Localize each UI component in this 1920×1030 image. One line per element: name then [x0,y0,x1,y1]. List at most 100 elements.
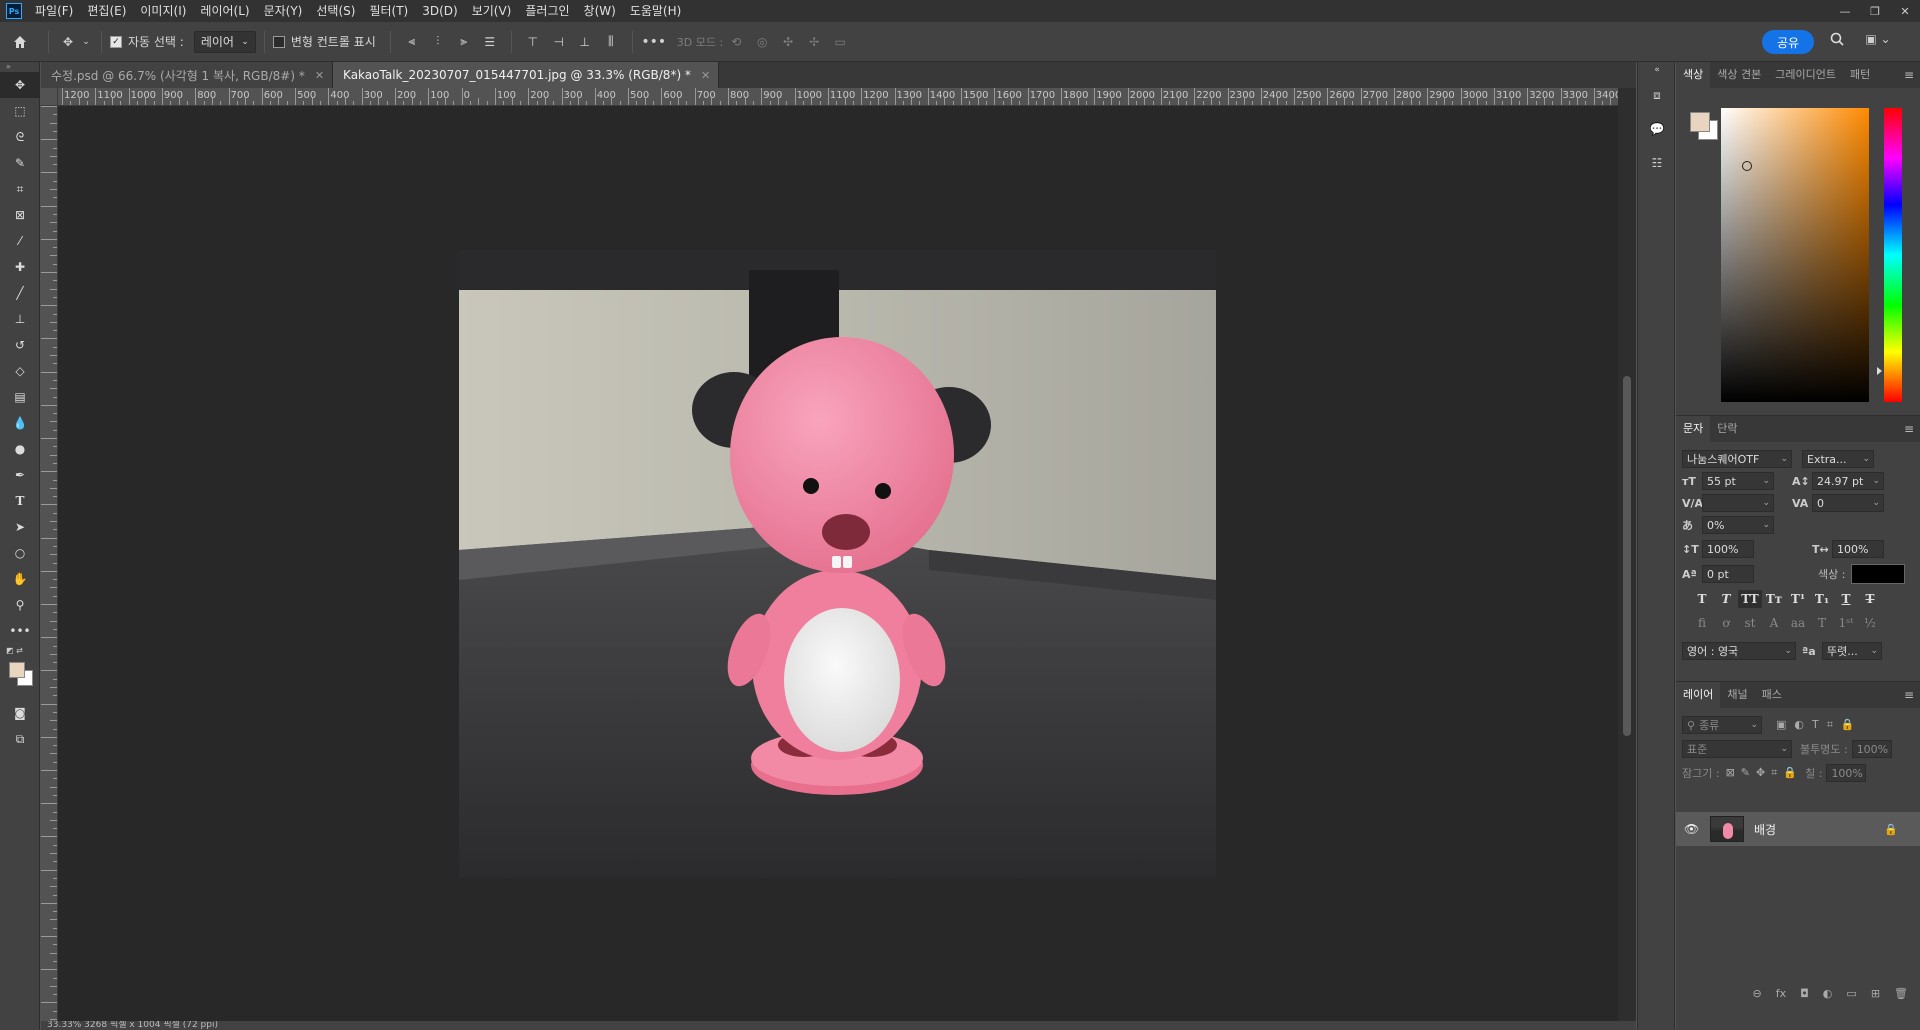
menu-view[interactable]: 보기(V) [465,0,519,22]
text-color-swatch[interactable] [1851,564,1906,584]
move-tool-icon[interactable]: ✥ [0,72,40,98]
fill-field[interactable]: 100% [1826,764,1867,782]
search-icon[interactable] [1826,32,1848,46]
menu-help[interactable]: 도움말(H) [623,0,689,22]
align-right-icon[interactable]: ⫸ [451,34,477,49]
align-bottom-icon[interactable]: ⊥ [572,35,598,49]
new-layer-icon[interactable]: ⊞ [1871,987,1880,1000]
ligatures-icon[interactable]: ﬁ [1690,614,1714,632]
align-top-icon[interactable]: ⊤ [520,35,546,49]
foreground-color-swatch[interactable] [9,662,25,678]
restore-icon[interactable]: ❐ [1860,0,1890,22]
workspace-icon[interactable]: ▣ ⌄ [1858,32,1898,46]
hue-slider[interactable] [1884,108,1902,402]
swash-icon[interactable]: A [1762,614,1786,632]
menu-file[interactable]: 파일(F) [28,0,80,22]
tab-swatches[interactable]: 색상 견본 [1710,62,1768,88]
tab-paths[interactable]: 패스 [1755,682,1789,708]
align-left-icon[interactable]: ⫷ [399,34,425,49]
panel-menu-icon[interactable]: ≡ [1904,68,1914,82]
superscript-icon[interactable]: T¹ [1786,590,1810,608]
layer-filter-icons[interactable]: ▣◐T⌗🔒 [1776,718,1863,732]
canvas-area[interactable] [58,106,1618,1021]
history-panel-icon[interactable]: ⧈ [1638,78,1676,112]
stylistic-alternates-icon[interactable]: aa [1786,614,1810,632]
underline-icon[interactable]: T [1834,590,1858,608]
magic-wand-tool-icon[interactable]: ✎ [0,150,40,176]
tab-paragraph[interactable]: 단락 [1710,416,1744,442]
auto-select-checkbox[interactable]: ✓ [110,35,122,48]
layer-row[interactable]: 👁 배경 🔒 [1676,812,1920,846]
menu-window[interactable]: 창(W) [577,0,623,22]
subscript-icon[interactable]: T₁ [1810,590,1834,608]
blend-mode-dropdown[interactable]: 표준 ⌄ [1682,740,1792,758]
tab-layers[interactable]: 레이어 [1676,682,1721,708]
menu-image[interactable]: 이미지(I) [133,0,193,22]
titling-alternates-icon[interactable]: T [1810,614,1834,632]
faux-bold-icon[interactable]: T [1690,590,1714,608]
path-selection-tool-icon[interactable]: ➤ [0,514,40,540]
3d-camera-icon[interactable]: ▭ [827,35,853,49]
contextual-alternates-icon[interactable]: ơ [1714,614,1738,632]
color-picker-cursor[interactable] [1742,161,1752,171]
align-middle-icon[interactable]: ⊣ [546,35,572,49]
close-icon[interactable]: ✕ [315,69,324,82]
type-tool-icon[interactable]: T [0,488,40,514]
ellipse-tool-icon[interactable]: ○ [0,540,40,566]
distribute-vertical-icon[interactable]: ⫼ [598,34,624,49]
layer-name[interactable]: 배경 [1754,821,1776,838]
3d-roll-icon[interactable]: ◎ [749,35,775,49]
lock-icon[interactable]: 🔒 [1884,823,1898,836]
menu-plugins[interactable]: 플러그인 [518,0,576,22]
home-icon[interactable] [0,34,40,50]
lasso-tool-icon[interactable]: ᘓ [0,124,40,150]
eraser-tool-icon[interactable]: ◇ [0,358,40,384]
color-picker-field[interactable] [1721,108,1869,402]
eye-icon[interactable]: 👁 [1684,822,1706,836]
vertical-scrollbar[interactable] [1618,88,1636,1021]
3d-orbit-icon[interactable]: ⟲ [723,35,749,49]
menu-type[interactable]: 문자(Y) [257,0,310,22]
vertical-scale-field[interactable]: 100% [1702,540,1754,558]
menu-select[interactable]: 선택(S) [309,0,362,22]
scrollbar-thumb[interactable] [1623,376,1631,736]
add-mask-icon[interactable]: ◘ [1800,987,1809,1000]
menu-filter[interactable]: 필터(T) [362,0,415,22]
hue-slider-marker[interactable] [1877,367,1882,375]
horizontal-scale-field[interactable]: 100% [1832,540,1884,558]
align-center-icon[interactable]: ⫶ [425,34,451,49]
gradient-tool-icon[interactable]: ▤ [0,384,40,410]
language-dropdown[interactable]: 영어 : 영국 ⌄ [1682,642,1796,660]
discretionary-ligatures-icon[interactable]: st [1738,614,1762,632]
small-caps-icon[interactable]: Tт [1762,590,1786,608]
tsume-field[interactable]: 0% ⌄ [1702,516,1774,534]
auto-select-dropdown[interactable]: 레이어 ⌄ [193,30,256,53]
more-tools-icon[interactable]: ••• [0,618,40,644]
tab-document-1[interactable]: 수정.psd @ 66.7% (사각형 1 복사, RGB/8#) * ✕ [41,62,334,88]
clone-stamp-tool-icon[interactable]: ⊥ [0,306,40,332]
history-brush-tool-icon[interactable]: ↺ [0,332,40,358]
all-caps-icon[interactable]: TT [1738,590,1762,608]
menu-layer[interactable]: 레이어(L) [193,0,256,22]
collapse-panels-icon[interactable]: « [1638,62,1676,78]
hand-tool-icon[interactable]: ✋ [0,566,40,592]
quick-mask-icon[interactable]: ◙ [0,700,40,726]
tab-color[interactable]: 색상 [1676,62,1711,88]
panel-menu-icon[interactable]: ≡ [1904,688,1914,702]
move-tool-icon[interactable]: ✥ [57,35,79,49]
tracking-field[interactable]: 0 ⌄ [1812,494,1884,512]
more-options-icon[interactable]: ••• [641,34,667,50]
tab-patterns[interactable]: 패턴 [1843,62,1877,88]
menu-3d[interactable]: 3D(D) [415,0,464,22]
chevron-down-icon[interactable]: ⌄ [79,37,93,47]
panel-menu-icon[interactable]: ≡ [1904,422,1914,436]
kerning-field[interactable]: ⌄ [1702,494,1774,512]
minimize-icon[interactable]: — [1830,0,1860,22]
brush-tool-icon[interactable]: ╱ [0,280,40,306]
opacity-field[interactable]: 100% [1851,740,1892,758]
distribute-icon[interactable]: ☰ [477,35,503,49]
layer-style-icon[interactable]: fx [1776,987,1786,1000]
baseline-shift-field[interactable]: 0 pt [1702,565,1754,583]
transform-controls-checkbox[interactable] [272,35,285,48]
fractions-icon[interactable]: ½ [1858,614,1882,632]
